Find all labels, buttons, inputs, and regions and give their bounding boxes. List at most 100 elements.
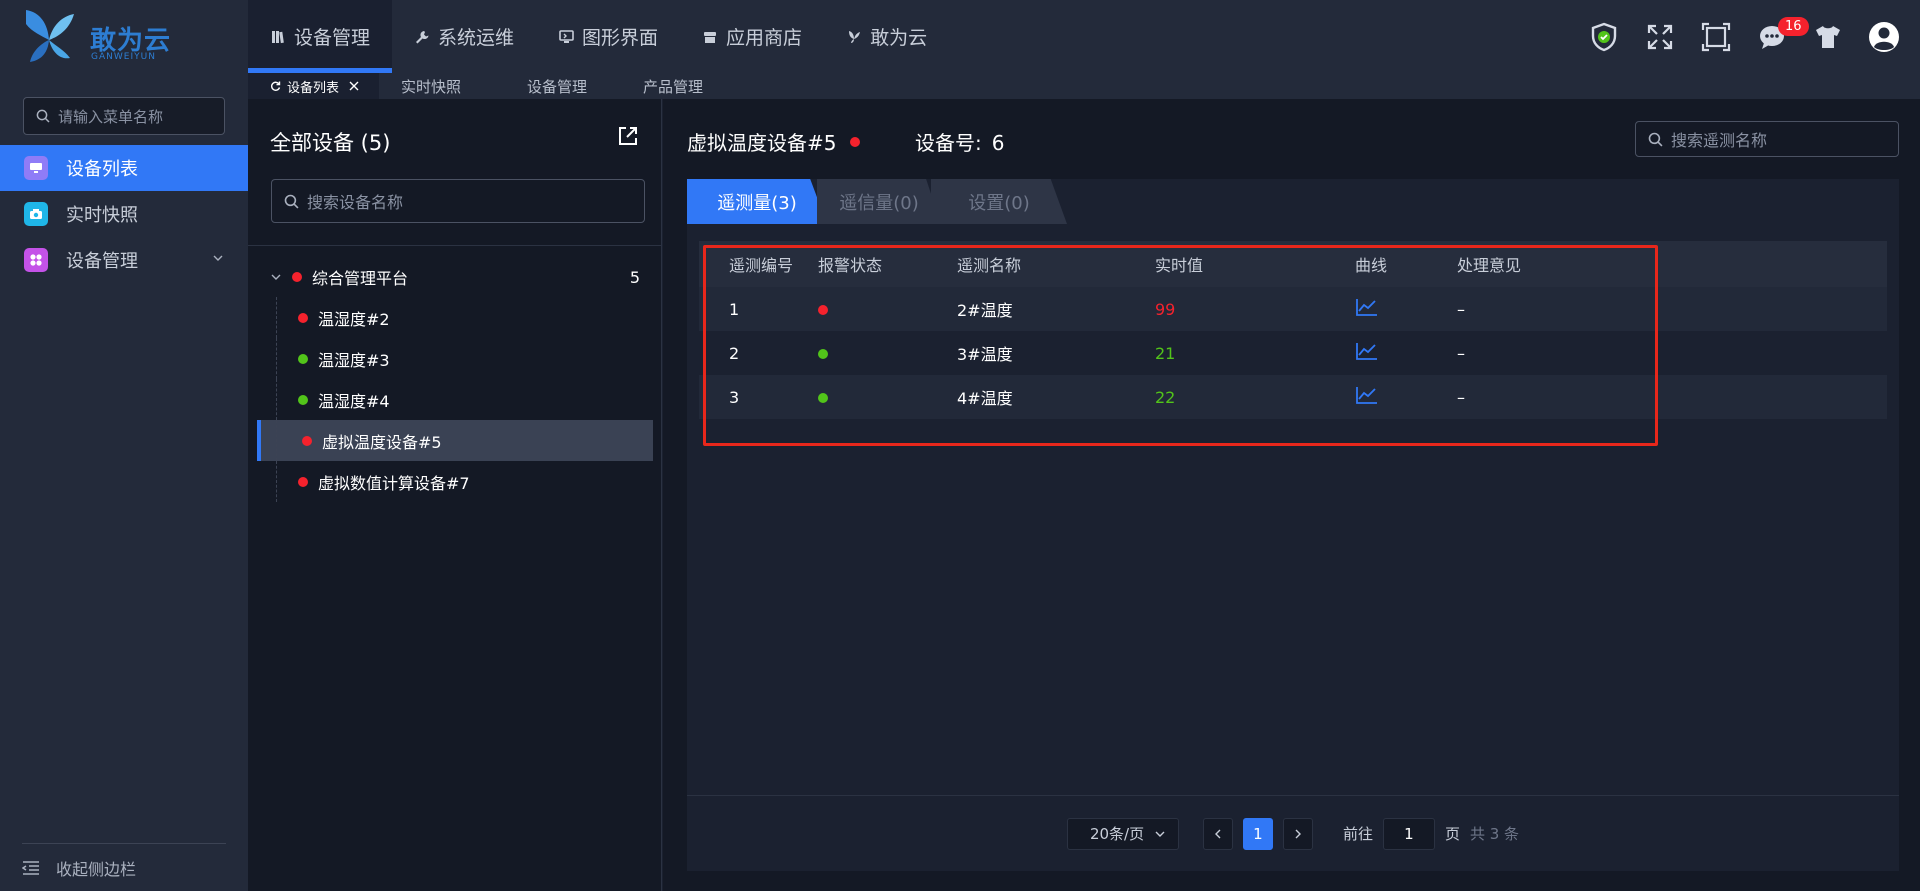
goto-page-input[interactable]: 1 xyxy=(1382,817,1435,850)
tab-label: 设备管理 xyxy=(527,77,588,96)
status-dot-red xyxy=(298,312,308,323)
search-icon xyxy=(36,109,50,123)
close-icon[interactable] xyxy=(349,81,359,91)
cell-name: 3#温度 xyxy=(957,345,1013,364)
monitor-icon xyxy=(558,29,574,45)
collapse-sidebar-label: 收起侧边栏 xyxy=(56,859,137,879)
cell-alarm xyxy=(818,300,957,319)
grid-icon xyxy=(24,248,48,272)
collapse-sidebar-button[interactable]: 收起侧边栏 xyxy=(22,843,226,891)
telemetry-card: 遥测量(3) 遥信量(0) 设置(0) 遥测编号 报警状态 遥测名称 实时值 曲… xyxy=(687,179,1899,871)
tree-item-device[interactable]: 温湿度#4 xyxy=(248,379,662,420)
line-chart-icon[interactable] xyxy=(1355,341,1379,361)
theme-shirt-icon[interactable] xyxy=(1812,21,1844,53)
cell-value: 99 xyxy=(1155,299,1176,319)
status-dot-green xyxy=(298,394,308,405)
chevron-right-icon xyxy=(1295,829,1301,838)
tree-root-node[interactable]: 综合管理平台 5 xyxy=(248,257,662,297)
status-dot-red xyxy=(302,435,312,446)
screen-frame-icon[interactable] xyxy=(1700,21,1732,53)
subtabs: 遥测量(3) 遥信量(0) 设置(0) xyxy=(687,179,1067,224)
next-page-button[interactable] xyxy=(1282,817,1313,850)
table-header: 遥测编号 报警状态 遥测名称 实时值 曲线 处理意见 xyxy=(699,241,1887,287)
telemetry-search-input[interactable]: 搜索遥测名称 xyxy=(1635,121,1899,157)
status-dot-red xyxy=(818,304,828,315)
topnav-graphic-ui[interactable]: 图形界面 xyxy=(536,0,680,73)
search-icon xyxy=(1648,132,1663,146)
side-menu: 设备列表 实时快照 设备管理 xyxy=(0,145,248,283)
telemetry-search-placeholder: 搜索遥测名称 xyxy=(1671,131,1768,150)
page-size-value: 20条/页 xyxy=(1089,825,1145,843)
sidebar-item-label: 设备管理 xyxy=(66,251,138,272)
sidebar-item-label: 设备列表 xyxy=(66,159,138,180)
topnav-app-store[interactable]: 应用商店 xyxy=(680,0,824,73)
wrench-icon xyxy=(414,29,430,45)
table-row[interactable]: 3 4#温度 22 – xyxy=(699,375,1887,419)
cell-no: 3 xyxy=(729,387,740,407)
device-number-value: 6 xyxy=(991,131,1005,155)
menu-search-input[interactable]: 请输入菜单名称 xyxy=(23,97,225,135)
tree-item-device[interactable]: 虚拟数值计算设备#7 xyxy=(248,461,662,502)
logo[interactable]: 敢为云 GANWEIYUN xyxy=(18,6,238,68)
tab-label: 产品管理 xyxy=(643,77,704,96)
device-search-input[interactable]: 搜索设备名称 xyxy=(271,179,645,223)
sidebar-item-realtime-snapshot[interactable]: 实时快照 xyxy=(0,191,248,237)
prev-page-button[interactable] xyxy=(1202,817,1233,850)
line-chart-icon[interactable] xyxy=(1355,297,1379,317)
page-size-select[interactable]: 20条/页 xyxy=(1066,817,1179,850)
status-dot-red xyxy=(850,136,861,147)
security-shield-icon[interactable] xyxy=(1588,21,1620,53)
topnav-label: 设备管理 xyxy=(294,27,371,49)
table-row[interactable]: 2 3#温度 21 – xyxy=(699,331,1887,375)
header-alarm: 报警状态 xyxy=(818,256,883,275)
topnav-system-ops[interactable]: 系统运维 xyxy=(392,0,536,73)
tree-item-device[interactable]: 温湿度#2 xyxy=(248,297,662,338)
tab-realtime-snapshot[interactable]: 实时快照 xyxy=(379,73,483,99)
table-row[interactable]: 1 2#温度 99 – xyxy=(699,287,1887,331)
chevron-left-icon xyxy=(1214,829,1221,838)
user-avatar-icon[interactable] xyxy=(1868,21,1900,53)
line-chart-icon[interactable] xyxy=(1355,385,1379,405)
status-dot-green xyxy=(818,348,828,359)
sidebar-item-device-management[interactable]: 设备管理 xyxy=(0,237,248,283)
header-curve: 曲线 xyxy=(1355,256,1388,275)
topnav-device-management[interactable]: 设备管理 xyxy=(248,0,393,73)
topnav-label: 系统运维 xyxy=(438,27,515,49)
topnav-ganweiyun[interactable]: 敢为云 xyxy=(824,0,949,73)
sidebar-item-label: 实时快照 xyxy=(66,205,138,226)
subtab-label: 遥信量(0) xyxy=(839,192,919,214)
cell-name: 4#温度 xyxy=(957,389,1013,408)
fullscreen-icon[interactable] xyxy=(1644,21,1676,53)
sidebar-item-device-list[interactable]: 设备列表 xyxy=(0,145,248,191)
header-name: 遥测名称 xyxy=(957,256,1022,275)
book-icon xyxy=(270,29,286,45)
subtab-label: 遥测量(3) xyxy=(717,192,797,214)
refresh-icon[interactable] xyxy=(270,81,281,92)
status-dot-green xyxy=(818,392,828,403)
cell-no: 1 xyxy=(729,299,740,319)
tab-device-list[interactable]: 设备列表 xyxy=(248,73,380,99)
device-name-heading: 虚拟温度设备#5 xyxy=(687,127,870,156)
chevron-down-icon[interactable] xyxy=(270,271,282,283)
open-external-icon[interactable] xyxy=(617,125,639,147)
cell-alarm xyxy=(818,388,957,407)
subtab-telesignal[interactable]: 遥信量(0) xyxy=(817,179,941,224)
all-devices-title: 全部设备 (5) xyxy=(270,131,391,155)
tree-item-device[interactable]: 温湿度#3 xyxy=(248,338,662,379)
divider xyxy=(248,245,662,246)
store-icon xyxy=(702,29,718,45)
tree-item-device-selected[interactable]: 虚拟温度设备#5 xyxy=(257,420,653,461)
subtab-telemetry[interactable]: 遥测量(3) xyxy=(687,179,827,224)
tab-product-management[interactable]: 产品管理 xyxy=(609,73,725,99)
tab-device-management[interactable]: 设备管理 xyxy=(483,73,609,99)
page-unit-label: 页 xyxy=(1444,825,1460,843)
logo-subtext: GANWEIYUN xyxy=(91,52,156,62)
message-icon[interactable]: 16 xyxy=(1756,16,1809,53)
subtab-settings[interactable]: 设置(0) xyxy=(931,179,1067,224)
device-name: 虚拟温度设备#5 xyxy=(687,131,837,155)
total-count: 共 3 条 xyxy=(1469,825,1520,843)
page-number-button[interactable]: 1 xyxy=(1242,817,1273,850)
cell-no: 2 xyxy=(729,343,740,363)
device-detail-panel: 虚拟温度设备#5 设备号: 6 搜索遥测名称 遥测量(3) 遥信量(0) 设置(0… xyxy=(663,99,1920,891)
chevron-down-icon xyxy=(1155,831,1165,837)
